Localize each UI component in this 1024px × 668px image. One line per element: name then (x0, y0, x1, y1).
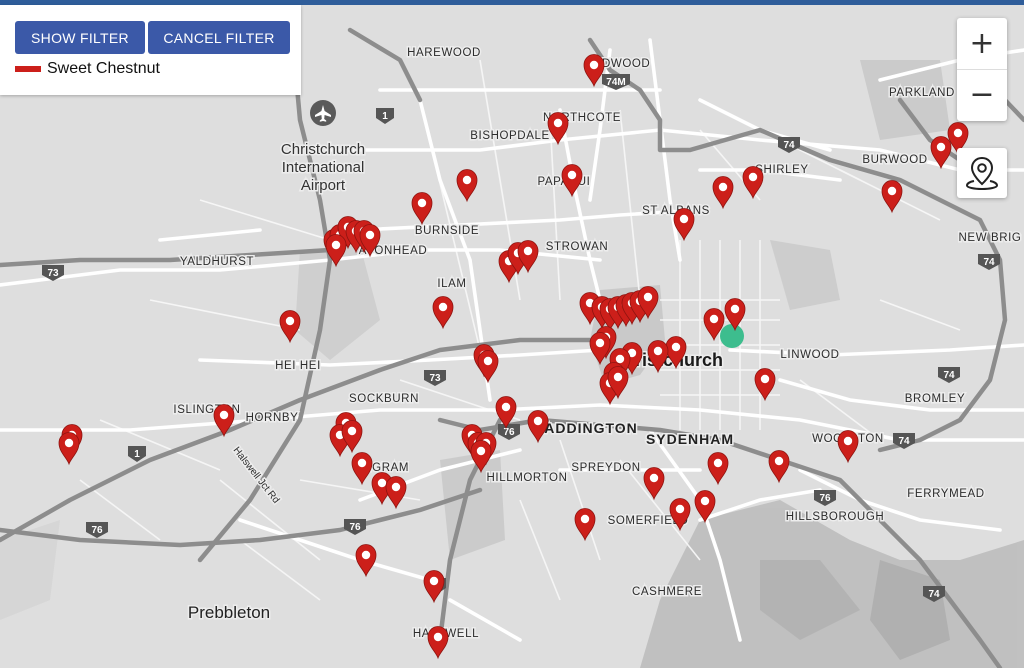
label-hillsborough: HILLSBOROUGH (786, 511, 885, 523)
svg-text:76: 76 (503, 427, 515, 438)
svg-text:74: 74 (783, 140, 795, 151)
svg-text:74M: 74M (606, 77, 625, 88)
label-hornby: HORNBY (246, 412, 299, 424)
label-new-brighton: NEW BRIG (959, 232, 1022, 244)
label-prebbleton: Prebbleton (188, 603, 270, 622)
cancel-filter-button[interactable]: CANCEL FILTER (148, 21, 290, 54)
label-sydenham: SYDENHAM (646, 431, 734, 447)
label-ferrymead: FERRYMEAD (907, 488, 984, 500)
label-spreydon: SPREYDON (571, 462, 640, 474)
label-shirley: SHIRLEY (755, 164, 808, 176)
svg-text:1: 1 (382, 111, 388, 122)
filter-control-panel: SHOW FILTER CANCEL FILTER Sweet Chestnut (0, 5, 301, 95)
label-hillmorton: HILLMORTON (487, 472, 568, 484)
label-burwood: BURWOOD (862, 154, 927, 166)
zoom-controls: + − (957, 18, 1007, 121)
svg-text:74: 74 (898, 436, 910, 447)
svg-text:76: 76 (91, 525, 103, 536)
svg-text:73: 73 (429, 373, 441, 384)
label-sockburn: SOCKBURN (349, 393, 419, 405)
current-location-dot (720, 324, 744, 348)
label-addington: ADDINGTON (544, 420, 638, 436)
label-harewood: HAREWOOD (407, 47, 481, 59)
zoom-out-button[interactable]: − (957, 69, 1007, 120)
svg-text:74: 74 (983, 257, 995, 268)
svg-text:76: 76 (819, 493, 831, 504)
svg-text:76: 76 (349, 522, 361, 533)
label-airport-line1: Christchurch (281, 141, 365, 158)
label-cashmere: CASHMERE (632, 586, 702, 598)
location-pin-icon (965, 156, 999, 191)
label-hei-hei: HEI HEI (275, 360, 321, 372)
svg-text:74: 74 (928, 589, 940, 600)
label-strowan: STROWAN (546, 241, 609, 253)
legend: Sweet Chestnut (15, 60, 160, 78)
legend-color-swatch (15, 66, 41, 72)
svg-text:73: 73 (47, 268, 59, 279)
label-burnside: BURNSIDE (415, 225, 479, 237)
label-linwood: LINWOOD (780, 349, 839, 361)
label-bishopdale: BISHOPDALE (470, 130, 550, 142)
label-airport-line3: Airport (301, 177, 346, 194)
label-yaldhurst: YALDHURST (180, 256, 254, 268)
locate-me-button[interactable] (957, 148, 1007, 198)
map-canvas[interactable]: 1 1 73 73 74M 74 74 74 74 74 76 76 76 76… (0, 5, 1024, 668)
label-bromley: BROMLEY (905, 393, 965, 405)
show-filter-button[interactable]: SHOW FILTER (15, 21, 145, 54)
legend-label: Sweet Chestnut (47, 60, 160, 77)
svg-text:74: 74 (943, 370, 955, 381)
label-airport-line2: International (282, 159, 365, 176)
zoom-in-button[interactable]: + (957, 18, 1007, 70)
svg-text:1: 1 (134, 449, 140, 460)
airplane-icon (310, 100, 336, 126)
label-parklands: PARKLAND (889, 87, 955, 99)
label-ilam: ILAM (437, 278, 466, 290)
